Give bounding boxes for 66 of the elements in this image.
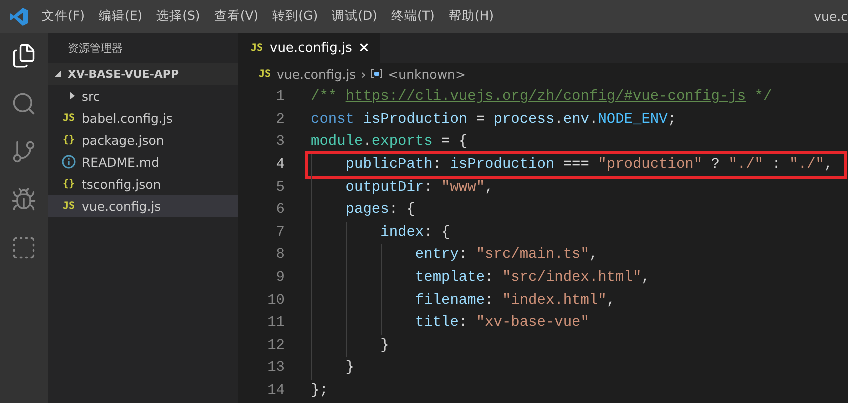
files-icon [11,43,37,69]
breadcrumb-item[interactable]: vue.config.js [277,66,356,82]
menu-item[interactable]: 文件(F) [35,8,92,25]
file-item[interactable]: {} tsconfig.json [48,173,238,195]
file-item[interactable]: JS babel.config.js [48,107,238,129]
extensions-icon [11,235,37,261]
file-type-icon: JS [62,200,76,212]
caret-icon [54,70,62,78]
line-number: 2 [275,112,285,128]
breadcrumb-separator: › [361,66,366,82]
caret-icon [68,92,76,100]
code-line: template: "src/index.html", [414,270,650,286]
line-number: 9 [275,270,285,286]
code-line: }; [311,383,328,400]
project-folder[interactable]: XV-BASE-VUE-APP [48,63,238,85]
code-line: filename: "index.html", [414,292,616,309]
code-line: pages: { [344,202,416,218]
line-number: 12 [266,338,285,354]
bug-icon [11,187,37,213]
editor-tab[interactable]: JS vue.config.js × [238,33,380,63]
line-number: 4 [275,157,285,174]
file-type-icon: {} [62,134,76,146]
code-line: index: { [380,224,450,241]
line-number: 5 [275,180,285,196]
line-number: 14 [266,383,285,400]
symbol-icon [371,69,384,79]
file-item[interactable]: README.md [48,151,238,173]
file-item[interactable]: JS vue.config.js [48,195,238,217]
close-icon[interactable]: × [358,40,370,56]
file-item[interactable]: {} package.json [48,129,238,151]
menu-item[interactable]: 调试(D) [325,8,384,25]
sidebar-title: 资源管理器 [67,40,124,56]
file-type-icon: JS [62,112,76,124]
line-number: 8 [275,247,285,264]
line-number: 7 [275,224,285,241]
menu-item[interactable]: 选择(S) [150,8,208,25]
line-number: 13 [266,360,285,376]
window-title: vue.c [814,9,848,24]
menu-item[interactable]: 终端(T) [384,8,442,25]
line-number: 10 [266,292,285,309]
code-line: title: "xv-base-vue" [414,315,590,332]
line-number: 11 [266,315,285,332]
file-type-icon: JS [258,68,272,80]
line-number: 1 [275,89,285,106]
editor-logo-icon [9,6,29,26]
code-line: } [380,338,390,354]
code-line: publicPath: isProduction === "production" ? "./" : "./", [344,157,834,174]
search-icon [11,91,37,117]
line-number: 3 [275,134,285,150]
file-type-icon: {} [62,178,76,190]
code-line: outputDir: "www", [344,180,494,196]
menu-item[interactable]: 查看(V) [207,8,266,25]
code-line: entry: "src/main.ts", [414,247,598,264]
branch-icon [11,139,37,165]
breadcrumb-item[interactable]: <unknown> [388,66,466,82]
code-line: } [344,360,355,376]
menu-item[interactable]: 编辑(E) [92,8,150,25]
menu-item[interactable]: 帮助(H) [442,8,502,25]
code-line: const isProduction = process.env.NODE_ENV; [311,112,677,128]
file-type-icon: JS [250,42,264,54]
line-number: 6 [275,202,285,218]
code-line: module.exports = { [311,134,468,150]
info-icon [62,155,76,169]
menu-item[interactable]: 转到(G) [266,8,326,25]
file-item[interactable]: src [48,85,238,107]
code-line: /** https://cli.vuejs.org/zh/config/#vue-config-js */ [311,89,772,106]
